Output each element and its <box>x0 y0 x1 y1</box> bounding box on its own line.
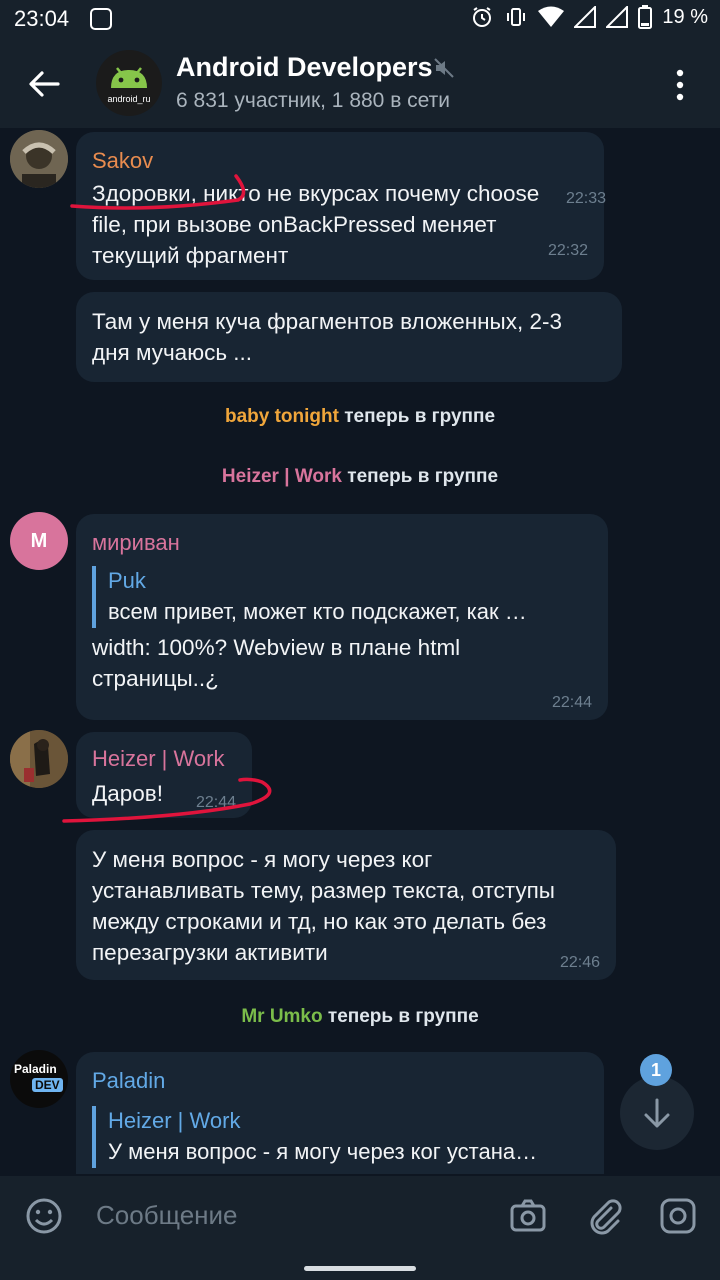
status-icons: 19 % <box>470 5 708 29</box>
member-count: 6 831 участник, 1 880 в сети <box>176 89 451 112</box>
message-time: 22:46 <box>559 954 600 971</box>
arrow-down-icon <box>644 1098 670 1128</box>
muted-icon <box>434 58 454 78</box>
chat-header: android_ru Android Developers 6 831 учас… <box>0 38 720 128</box>
reply-author: Puk <box>108 568 146 593</box>
sender-name[interactable]: мириван <box>92 530 180 556</box>
service-name[interactable]: Mr Umko <box>241 1006 322 1027</box>
unread-badge: 1 <box>640 1054 672 1086</box>
scroll-down-button[interactable] <box>620 1076 694 1150</box>
text-line: перезагрузки активити <box>92 940 328 965</box>
wifi-icon <box>538 6 565 27</box>
android-logo-icon <box>111 67 147 88</box>
reply-text: У меня вопрос - я могу через ког устана… <box>108 1139 538 1164</box>
status-time: 23:04 <box>14 6 70 31</box>
text-line: между строками и тд, но как это делать б… <box>92 909 547 934</box>
message-text: У меня вопрос - я могу через ког устанав… <box>92 844 555 968</box>
service-message: Mr Umko теперь в группе <box>0 1006 720 1028</box>
sender-name[interactable]: Paladin <box>92 1068 165 1094</box>
service-name[interactable]: baby tonight <box>225 406 339 427</box>
attach-icon[interactable] <box>584 1196 624 1236</box>
message-text: Там у меня куча фрагментов вложенных, 2-… <box>92 306 562 368</box>
emoji-icon[interactable] <box>24 1196 64 1236</box>
message-bubble[interactable]: Paladin Heizer | Work У меня вопрос - я … <box>76 1052 604 1174</box>
message-input[interactable]: Сообщение <box>96 1200 238 1231</box>
service-text: теперь в группе <box>347 466 499 487</box>
message-time: 22:44 <box>551 694 592 711</box>
text-line: страницы..¿ <box>92 666 219 691</box>
channel-title[interactable]: Android Developers <box>176 52 433 83</box>
home-gesture-pill[interactable] <box>304 1266 416 1271</box>
signal2-icon <box>606 6 629 28</box>
text-line: width: 100%? Webview в плане html <box>92 635 461 660</box>
message-time: 22:44 <box>195 794 236 811</box>
alarm-icon <box>473 7 492 27</box>
channel-avatar[interactable]: android_ru <box>96 50 162 116</box>
message-text: width: 100%? Webview в плане html страни… <box>92 632 460 694</box>
message-time: 22:33 <box>565 190 606 207</box>
text-line: Даров! <box>92 781 163 806</box>
reply-quote[interactable]: Heizer | Work У меня вопрос - я могу чер… <box>92 1106 588 1168</box>
navigation-bar <box>0 1256 720 1280</box>
reply-quote[interactable]: Puk всем привет, может кто подскажет, ка… <box>92 566 592 628</box>
service-message: baby tonight теперь в группе <box>0 406 720 428</box>
sender-name[interactable]: Heizer | Work <box>92 746 224 772</box>
message-bubble[interactable]: Там у меня куча фрагментов вложенных, 2-… <box>76 190 622 382</box>
battery-percent: 19 % <box>662 5 708 28</box>
message-list[interactable]: Sakov Здоровки, никто не вкурсах почему … <box>0 128 720 1174</box>
service-text: теперь в группе <box>344 406 496 427</box>
message-text: Даров! <box>92 778 163 809</box>
paladin-avatar[interactable]: Paladin DEV <box>10 1050 68 1108</box>
battery-icon <box>638 5 653 29</box>
sender-name[interactable]: Sakov <box>92 148 153 174</box>
message-text: Здоровки, никто не вкурсах почему choose… <box>92 178 539 271</box>
more-vert-icon[interactable] <box>668 68 692 102</box>
service-name[interactable]: Heizer | Work <box>222 466 342 487</box>
message-bubble[interactable]: мириван Puk всем привет, может кто подск… <box>76 514 608 720</box>
text-line: Здоровки, никто не вкурсах почему choose <box>92 181 540 206</box>
instagram-camera-icon[interactable] <box>658 1196 698 1236</box>
message-bubble[interactable]: Sakov Здоровки, никто не вкурсах почему … <box>76 132 604 280</box>
status-bar: 23:04 19 % <box>0 0 720 38</box>
text-line: устанавливать тему, размер текста, отсту… <box>92 878 555 903</box>
channel-avatar-text: android_ru <box>107 94 151 104</box>
text-line: Там у меня куча фрагментов вложенных, 2-… <box>92 309 563 334</box>
message-time: 22:32 <box>547 242 588 259</box>
service-text: теперь в группе <box>327 1006 479 1027</box>
paladin-avatar-text: Paladin <box>14 1062 57 1076</box>
message-composer: Сообщение <box>0 1176 720 1256</box>
camera-icon[interactable] <box>508 1196 548 1236</box>
miriwan-avatar[interactable]: М <box>10 512 68 570</box>
heizer-avatar[interactable] <box>10 730 68 788</box>
back-arrow-icon[interactable] <box>24 64 64 104</box>
text-line: У меня вопрос - я могу через ког <box>92 847 433 872</box>
avatar-letter: М <box>30 530 48 552</box>
sakov-avatar[interactable] <box>10 130 68 188</box>
service-message: Heizer | Work теперь в группе <box>0 466 720 488</box>
paladin-avatar-dev: DEV <box>32 1078 63 1092</box>
message-bubble[interactable]: У меня вопрос - я могу через ког устанав… <box>76 830 616 980</box>
text-line: file, при вызове onBackPressed меняет <box>92 212 497 237</box>
signal-icon <box>574 6 597 28</box>
text-line: дня мучаюсь ... <box>92 340 253 365</box>
reply-text: всем привет, может кто подскажет, как … <box>108 599 527 624</box>
message-bubble[interactable]: Heizer | Work Даров! 22:44 <box>76 732 252 818</box>
reply-author: Heizer | Work <box>108 1108 241 1133</box>
vibrate-icon <box>507 8 526 26</box>
app-notification-icon <box>90 8 112 30</box>
text-line: текущий фрагмент <box>92 243 289 268</box>
